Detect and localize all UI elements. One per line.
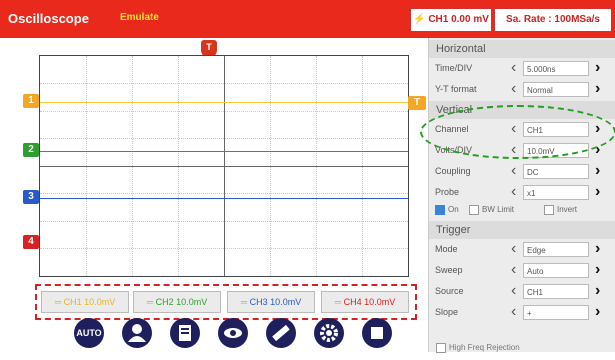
chevron-left-icon[interactable]: ‹: [511, 59, 516, 77]
chevron-left-icon[interactable]: ‹: [511, 282, 516, 300]
slope-row: Slope ‹ + ›: [429, 303, 615, 323]
waveform-grid[interactable]: [39, 55, 409, 277]
settings-panel: Horizontal Time/DIV ‹ 5.000ns › Y-T form…: [428, 38, 615, 353]
chevron-right-icon[interactable]: ›: [595, 240, 600, 258]
mode-row: Mode ‹ Edge ›: [429, 240, 615, 260]
trigger-level-marker[interactable]: T: [408, 96, 426, 110]
sweep-row: Sweep ‹ Auto ›: [429, 261, 615, 281]
ch2-button[interactable]: ═ CH2 10.0mV: [133, 291, 221, 313]
invert-checkbox[interactable]: Invert: [544, 205, 577, 215]
row-label: Mode: [435, 244, 458, 254]
trigger-heading: Trigger: [429, 221, 615, 239]
app-title: Oscilloscope: [8, 11, 89, 26]
save-icon[interactable]: [170, 318, 200, 348]
probe-field[interactable]: x1: [523, 185, 589, 200]
chevron-right-icon[interactable]: ›: [595, 59, 600, 77]
probe-row: Probe ‹ x1 ›: [429, 183, 615, 203]
chevron-left-icon[interactable]: ‹: [511, 261, 516, 279]
ch1-readout[interactable]: ⚡ CH1 0.00 mV: [410, 8, 492, 32]
eye-icon[interactable]: [218, 318, 248, 348]
coupling-field[interactable]: DC: [523, 164, 589, 179]
row-label: Coupling: [435, 166, 471, 176]
checkbox-icon: [544, 205, 554, 215]
mode-field[interactable]: Edge: [523, 242, 589, 257]
bw-limit-checkbox[interactable]: BW Limit: [469, 205, 514, 215]
mode-label[interactable]: Emulate: [120, 12, 159, 23]
chevron-right-icon[interactable]: ›: [595, 80, 600, 98]
row-label: Y-T format: [435, 84, 477, 94]
ch3-button[interactable]: ═ CH3 10.0mV: [227, 291, 315, 313]
slope-field[interactable]: +: [523, 305, 589, 320]
yt-format-row: Y-T format ‹ Normal ›: [429, 80, 615, 100]
source-row: Source ‹ CH1 ›: [429, 282, 615, 302]
ch4-tag[interactable]: 4: [23, 235, 39, 249]
time-div-row: Time/DIV ‹ 5.000ns ›: [429, 59, 615, 79]
ruler-icon[interactable]: [266, 318, 296, 348]
chevron-right-icon[interactable]: ›: [595, 162, 600, 180]
ch3-trace: [40, 198, 408, 199]
chevron-left-icon[interactable]: ‹: [511, 303, 516, 321]
row-label: Time/DIV: [435, 63, 473, 73]
sweep-field[interactable]: Auto: [523, 263, 589, 278]
ch2-tag[interactable]: 2: [23, 143, 39, 157]
probe-icon: ⚡: [413, 14, 429, 25]
on-checkbox[interactable]: On: [435, 205, 459, 215]
ch1-button[interactable]: ═ CH1 10.0mV: [41, 291, 129, 313]
ch3-tag[interactable]: 3: [23, 190, 39, 204]
row-label: Source: [435, 286, 464, 296]
yt-format-field[interactable]: Normal: [523, 82, 589, 97]
ch2-trace: [40, 151, 408, 152]
source-field[interactable]: CH1: [523, 284, 589, 299]
chevron-right-icon[interactable]: ›: [595, 303, 600, 321]
row-label: Sweep: [435, 265, 463, 275]
horizontal-heading: Horizontal: [429, 40, 615, 58]
chevron-right-icon[interactable]: ›: [595, 183, 600, 201]
coupling-row: Coupling ‹ DC ›: [429, 162, 615, 182]
ch1-tag[interactable]: 1: [23, 94, 39, 108]
chevron-left-icon[interactable]: ‹: [511, 80, 516, 98]
user-icon[interactable]: [122, 318, 152, 348]
chevron-left-icon[interactable]: ‹: [511, 240, 516, 258]
vertical-options: On BW Limit Invert: [429, 205, 615, 219]
time-div-field[interactable]: 5.000ns: [523, 61, 589, 76]
ch1-trace: [40, 102, 408, 103]
highlight-annotation: [420, 105, 615, 159]
row-label: Probe: [435, 187, 460, 197]
checkbox-icon: [469, 205, 479, 215]
sample-rate-readout[interactable]: Sa. Rate : 100MSa/s: [494, 8, 612, 32]
chevron-left-icon[interactable]: ‹: [511, 162, 516, 180]
bottom-toolbar: AUTO: [72, 318, 412, 352]
title-bar: Oscilloscope Emulate ⚡ CH1 0.00 mV Sa. R…: [0, 0, 615, 38]
chevron-right-icon[interactable]: ›: [595, 282, 600, 300]
checkbox-icon: [435, 205, 445, 215]
chevron-left-icon[interactable]: ‹: [511, 183, 516, 201]
stop-icon[interactable]: [362, 318, 392, 348]
auto-button[interactable]: AUTO: [74, 318, 104, 348]
row-label: Slope: [435, 307, 459, 317]
center-axis-horizontal: [40, 166, 408, 167]
gear-icon[interactable]: [314, 318, 344, 348]
ch4-button[interactable]: ═ CH4 10.0mV: [321, 291, 409, 313]
channel-buttons: ═ CH1 10.0mV ═ CH2 10.0mV ═ CH3 10.0mV ═…: [35, 284, 417, 320]
chevron-right-icon[interactable]: ›: [595, 261, 600, 279]
high-freq-rejection-checkbox[interactable]: High Freq Rejection: [429, 343, 615, 353]
